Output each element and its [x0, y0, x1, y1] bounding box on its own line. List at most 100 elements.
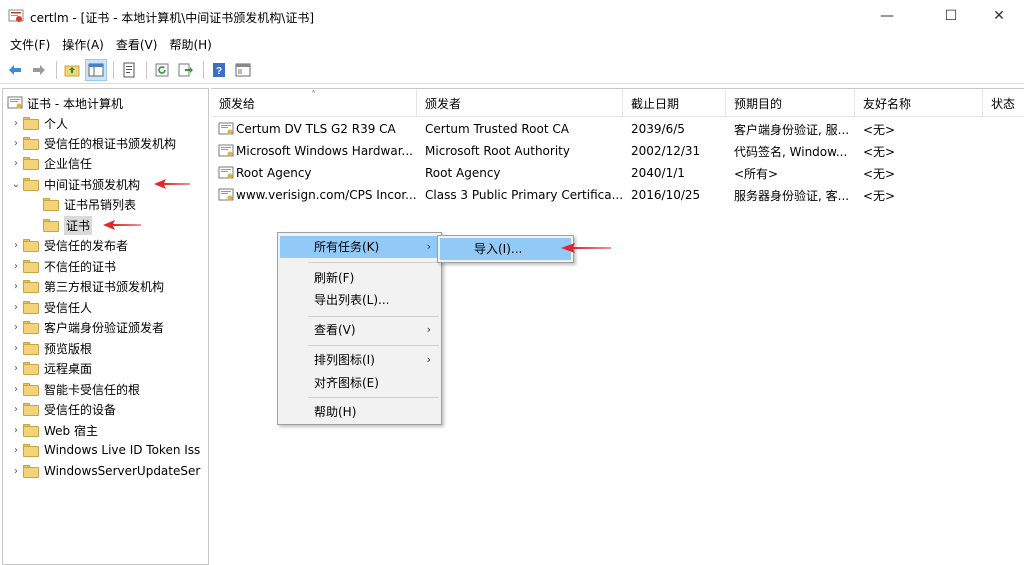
cell-purpose: <所有> — [734, 166, 779, 181]
minimize-button[interactable]: — — [864, 0, 910, 32]
certificate-app-icon — [8, 9, 24, 22]
tree-item-label: 中间证书颁发机构 — [44, 177, 141, 192]
chevron-right-icon[interactable]: › — [9, 133, 23, 153]
menu-separator — [308, 397, 439, 398]
tree-item[interactable]: › 远程桌面 — [9, 358, 92, 378]
column-intended-purposes[interactable]: 预期目的 — [726, 89, 855, 117]
tree-item-label: 个人 — [44, 116, 69, 131]
tree-item[interactable]: › 企业信任 — [9, 153, 92, 173]
toolbar-separator — [203, 60, 204, 79]
tree-item[interactable]: › Web 宿主 — [9, 420, 98, 440]
menu-all-tasks[interactable]: 所有任务(K) › — [280, 236, 439, 258]
menu-refresh[interactable]: 刷新(F) — [280, 267, 439, 289]
chevron-right-icon[interactable]: › — [9, 358, 23, 378]
tree-item[interactable]: › Windows Live ID Token Iss — [9, 440, 200, 460]
menu-help[interactable]: 帮助(H) — [280, 401, 439, 423]
menu-arrange-icons[interactable]: 排列图标(I) › — [280, 349, 439, 371]
column-issued-to[interactable]: 颁发给 ˄ — [211, 89, 417, 117]
submenu-arrow-icon: › — [426, 240, 431, 253]
back-icon[interactable] — [4, 59, 26, 81]
help-icon[interactable]: ? — [208, 59, 230, 81]
column-issuer[interactable]: 颁发者 — [417, 89, 623, 117]
tree-item[interactable]: › 预览版根 — [9, 338, 92, 358]
column-expiration[interactable]: 截止日期 — [623, 89, 726, 117]
chevron-right-icon[interactable]: › — [9, 235, 23, 255]
chevron-right-icon[interactable]: › — [9, 317, 23, 337]
cell-purpose: 代码签名, Window... — [734, 144, 848, 159]
menu-export-list[interactable]: 导出列表(L)... — [280, 289, 439, 311]
cell-expiration: 2039/6/5 — [631, 122, 685, 136]
menu-line-up-icons[interactable]: 对齐图标(E) — [280, 372, 439, 394]
tree-item[interactable]: ⌄ 中间证书颁发机构 — [9, 174, 140, 194]
view-icon[interactable] — [232, 59, 254, 81]
chevron-right-icon[interactable]: › — [9, 338, 23, 358]
folder-icon — [23, 300, 39, 314]
tree-item-label: 预览版根 — [44, 341, 93, 356]
table-row[interactable]: Root Agency Root Agency 2040/1/1 <所有> <无> — [211, 162, 983, 184]
submenu-arrow-icon: › — [426, 353, 431, 366]
folder-icon — [23, 279, 39, 293]
console-tree: 证书 - 本地计算机 › 个人 › 受信任的根证书颁发机构 › 企业信任 ⌄ 中间证书颁发机构… — [2, 88, 209, 565]
cell-friendly-name: <无> — [863, 144, 896, 159]
tree-item[interactable]: › 智能卡受信任的根 — [9, 379, 140, 399]
menu-help[interactable]: 帮助(H) — [163, 35, 217, 55]
menu-file[interactable]: 文件(F) — [4, 35, 56, 55]
tree-item[interactable]: 证书 — [29, 215, 93, 235]
properties-icon[interactable] — [118, 59, 140, 81]
chevron-right-icon[interactable]: › — [9, 461, 23, 481]
menu-import[interactable]: 导入(I)... — [440, 238, 571, 260]
menu-view[interactable]: 查看(V) › — [280, 319, 439, 341]
tree-item-label: 客户端身份验证颁发者 — [44, 320, 165, 335]
chevron-right-icon[interactable]: › — [9, 153, 23, 173]
chevron-right-icon[interactable]: › — [9, 399, 23, 419]
folder-icon — [23, 382, 39, 396]
menu-view[interactable]: 查看(V) — [110, 35, 164, 55]
tree-item[interactable]: › 受信任的根证书颁发机构 — [9, 133, 176, 153]
up-folder-icon[interactable] — [61, 59, 83, 81]
tree-item[interactable]: › 个人 — [9, 113, 68, 133]
tree-item[interactable]: › 第三方根证书颁发机构 — [9, 276, 164, 296]
menu-separator — [308, 345, 439, 346]
tree-item[interactable]: › WindowsServerUpdateSer — [9, 461, 200, 481]
cell-purpose: 客户端身份验证, 服... — [734, 122, 850, 137]
chevron-right-icon[interactable]: › — [9, 276, 23, 296]
refresh-icon[interactable] — [151, 59, 173, 81]
chevron-down-icon[interactable]: ⌄ — [9, 174, 23, 194]
chevron-right-icon[interactable]: › — [9, 420, 23, 440]
folder-icon — [23, 156, 39, 170]
chevron-right-icon[interactable]: › — [9, 297, 23, 317]
cell-purpose: 服务器身份验证, 客... — [734, 188, 850, 203]
table-row[interactable]: Microsoft Windows Hardwar... Microsoft Ro… — [211, 140, 983, 162]
chevron-right-icon[interactable]: › — [9, 113, 23, 133]
chevron-right-icon[interactable]: › — [9, 256, 23, 276]
chevron-right-icon[interactable]: › — [9, 379, 23, 399]
annotation-arrow-icon — [561, 243, 611, 253]
list-header: 颁发给 ˄ 颁发者 截止日期 预期目的 友好名称 状态 — [211, 89, 1024, 117]
folder-icon — [23, 443, 39, 457]
tree-item-label: 远程桌面 — [44, 361, 93, 376]
column-status[interactable]: 状态 — [983, 89, 1024, 117]
folder-icon — [23, 341, 39, 355]
maximize-button[interactable]: ☐ — [928, 0, 974, 32]
tree-item-label: 不信任的证书 — [44, 259, 117, 274]
tree-item[interactable]: › 受信任的设备 — [9, 399, 116, 419]
tree-item[interactable]: › 受信任人 — [9, 297, 92, 317]
forward-icon[interactable] — [28, 59, 50, 81]
menu-action[interactable]: 操作(A) — [56, 35, 110, 55]
show-tree-icon[interactable] — [85, 58, 107, 81]
tree-item[interactable]: › 受信任的发布者 — [9, 235, 128, 255]
column-friendly-name[interactable]: 友好名称 — [855, 89, 983, 117]
export-icon[interactable] — [175, 59, 197, 81]
table-row[interactable]: www.verisign.com/CPS Incor... Class 3 Pub… — [211, 184, 983, 206]
folder-icon — [23, 238, 39, 252]
close-button[interactable]: ✕ — [976, 0, 1022, 32]
chevron-right-icon[interactable]: › — [9, 440, 23, 460]
tree-item[interactable]: › 客户端身份验证颁发者 — [9, 317, 164, 337]
tree-root[interactable]: 证书 - 本地计算机 — [7, 93, 123, 113]
table-row[interactable]: Certum DV TLS G2 R39 CA Certum Trusted Ro… — [211, 118, 983, 140]
tree-item[interactable]: 证书吊销列表 — [29, 194, 136, 214]
cell-issuer: Class 3 Public Primary Certifica... — [425, 188, 623, 202]
submenu-arrow-icon: › — [426, 323, 431, 336]
tree-item[interactable]: › 不信任的证书 — [9, 256, 116, 276]
